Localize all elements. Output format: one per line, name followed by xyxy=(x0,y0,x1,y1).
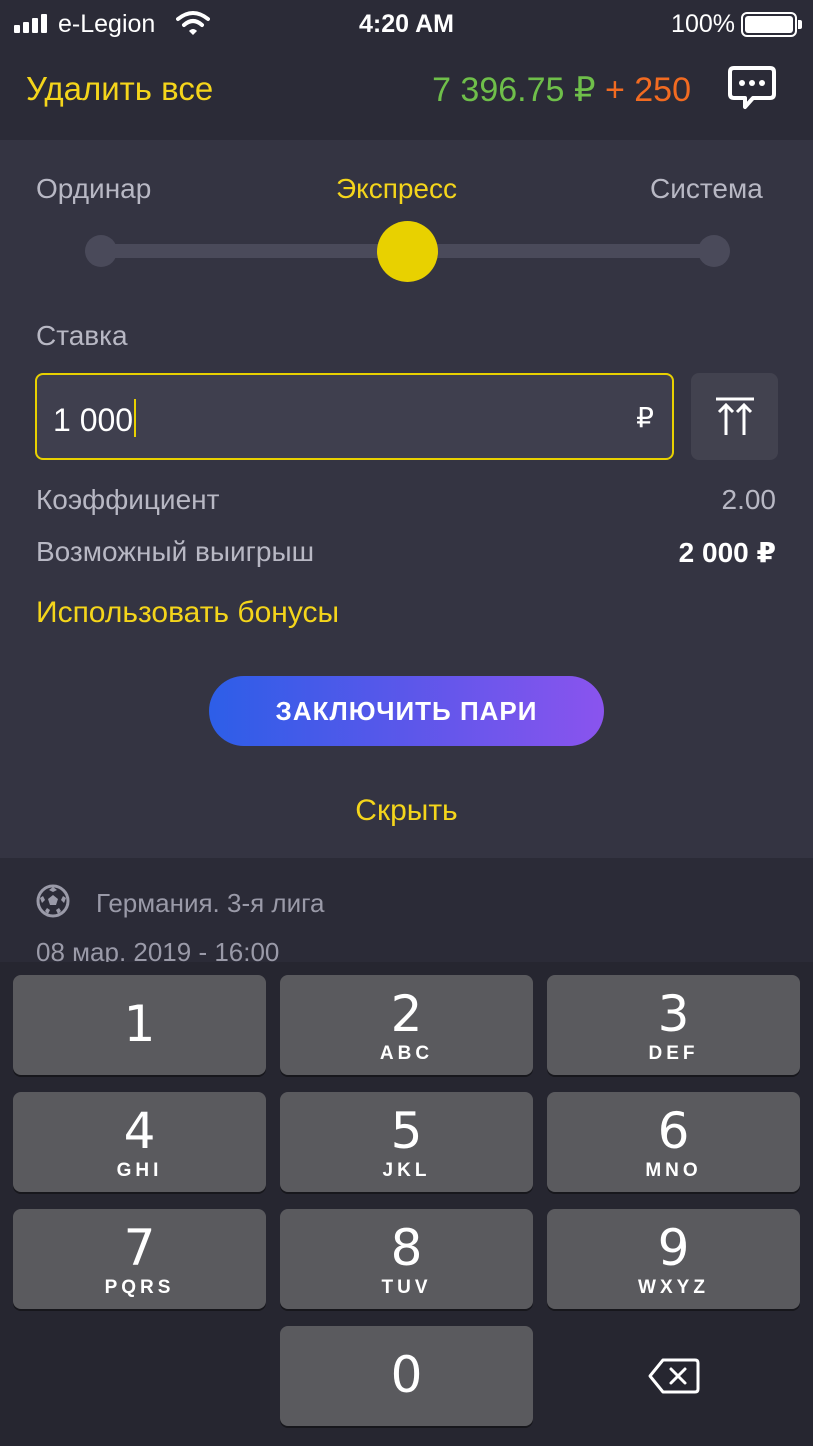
chat-bubble-icon[interactable] xyxy=(727,64,777,112)
key-7[interactable]: 7 PQRS xyxy=(13,1209,266,1309)
key-digit: 9 xyxy=(657,1219,690,1277)
key-2[interactable]: 2 ABC xyxy=(280,975,533,1075)
key-0[interactable]: 0 xyxy=(280,1326,533,1426)
status-bar: e-Legion 4:20 AM 100% xyxy=(0,0,813,48)
text-caret xyxy=(134,399,137,437)
bet-type-single[interactable]: Ординар xyxy=(36,173,151,205)
key-9[interactable]: 9 WXYZ xyxy=(547,1209,800,1309)
key-letters: DEF xyxy=(648,1043,699,1064)
key-digit: 6 xyxy=(657,1102,690,1160)
key-digit: 0 xyxy=(390,1346,423,1404)
key-letters: JKL xyxy=(382,1160,431,1181)
currency-symbol: ₽ xyxy=(636,402,654,433)
stake-value-wrap: 1 000 xyxy=(53,399,137,439)
possible-win-value: 2 000 ₽ xyxy=(678,537,776,568)
delete-all-button[interactable]: Удалить все xyxy=(26,70,213,108)
key-5[interactable]: 5 JKL xyxy=(280,1092,533,1192)
key-digit: 3 xyxy=(657,985,690,1043)
place-bet-button[interactable]: ЗАКЛЮЧИТЬ ПАРИ xyxy=(209,676,604,746)
bonus-amount: + 250 xyxy=(604,71,691,109)
key-digit: 2 xyxy=(390,985,423,1043)
key-1[interactable]: 1 xyxy=(13,975,266,1075)
bet-type-system[interactable]: Система xyxy=(650,173,763,205)
key-6[interactable]: 6 MNO xyxy=(547,1092,800,1192)
key-digit: 7 xyxy=(123,1219,156,1277)
key-letters: MNO xyxy=(645,1160,702,1181)
key-letters: PQRS xyxy=(104,1277,175,1298)
key-3[interactable]: 3 DEF xyxy=(547,975,800,1075)
key-4[interactable]: 4 GHI xyxy=(13,1092,266,1192)
max-stake-icon xyxy=(715,397,754,435)
coefficient-label: Коэффициент xyxy=(36,484,220,515)
slider-knob[interactable] xyxy=(377,221,438,282)
stake-input[interactable]: 1 000 ₽ xyxy=(35,373,674,460)
coefficient-value: 2.00 xyxy=(721,484,777,515)
bet-type-express[interactable]: Экспресс xyxy=(336,173,457,205)
key-letters: WXYZ xyxy=(638,1277,709,1298)
key-digit: 8 xyxy=(390,1219,423,1277)
bet-panel: Ординар Экспресс Система Ставка 1 000 ₽ … xyxy=(0,140,813,858)
key-digit: 4 xyxy=(123,1102,156,1160)
key-letters: TUV xyxy=(381,1277,432,1298)
slider-stop-single[interactable] xyxy=(85,235,117,267)
slider-stop-system[interactable] xyxy=(698,235,730,267)
battery-icon xyxy=(741,12,802,37)
top-area: e-Legion 4:20 AM 100% Удалить все 7 396.… xyxy=(0,0,813,140)
balance-amount: 7 396.75 ₽ xyxy=(432,71,596,109)
key-letters: ABC xyxy=(379,1043,434,1064)
key-letters: GHI xyxy=(116,1160,163,1181)
hide-button[interactable]: Скрыть xyxy=(0,794,813,828)
soccer-ball-icon xyxy=(36,884,70,918)
max-stake-button[interactable] xyxy=(691,373,778,460)
stake-label: Ставка xyxy=(36,320,128,351)
backspace-key[interactable] xyxy=(547,1326,800,1426)
backspace-icon xyxy=(648,1358,699,1394)
battery-percent: 100% xyxy=(671,10,735,38)
key-digit: 5 xyxy=(390,1102,423,1160)
event-league: Германия. 3-я лига xyxy=(96,888,325,918)
numeric-keyboard: 1 2 ABC 3 DEF 4 GHI 5 JKL 6 MNO 7 PQRS 8… xyxy=(0,962,813,1446)
balance: 7 396.75 ₽ + 250 xyxy=(432,70,691,110)
key-digit: 1 xyxy=(123,995,156,1053)
stake-value: 1 000 xyxy=(53,402,134,438)
possible-win-label: Возможный выигрыш xyxy=(36,536,315,567)
use-bonuses-link[interactable]: Использовать бонусы xyxy=(36,596,339,630)
key-8[interactable]: 8 TUV xyxy=(280,1209,533,1309)
